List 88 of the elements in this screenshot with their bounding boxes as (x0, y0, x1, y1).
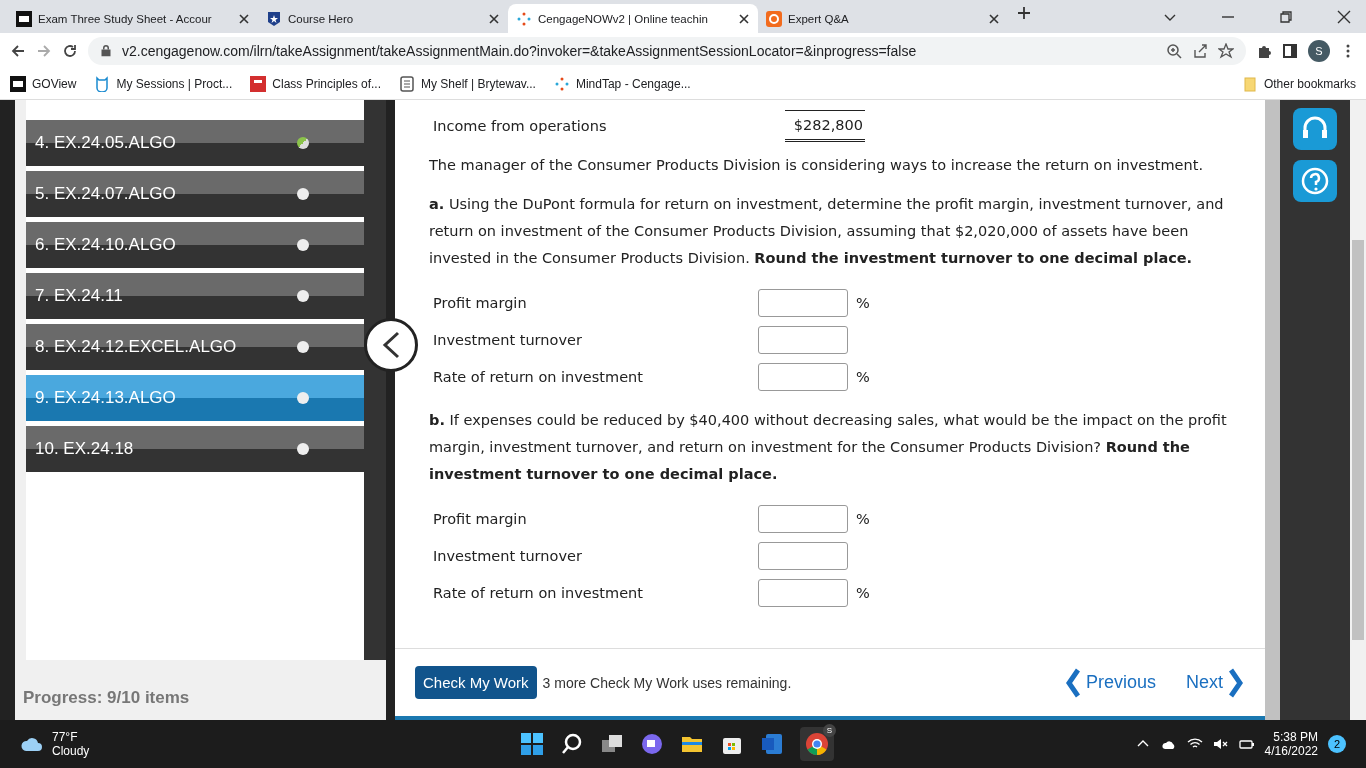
muted-speaker-icon[interactable] (1212, 736, 1229, 752)
chrome-taskbar-button[interactable]: S (800, 727, 834, 761)
lock-icon (100, 44, 112, 57)
cengage-logo-icon (553, 75, 570, 92)
field-label: Profit margin (433, 510, 528, 527)
search-icon[interactable] (560, 732, 584, 756)
close-icon[interactable] (1336, 9, 1352, 25)
windows-icon[interactable] (520, 732, 544, 756)
field-label: Investment turnover (433, 547, 583, 564)
chat-icon[interactable] (640, 732, 664, 756)
chevron-left-icon (1065, 667, 1080, 698)
statement-value: $282,800 (785, 110, 865, 142)
question-item[interactable]: 4. EX.24.05.ALGO (26, 120, 364, 166)
bookmark-link[interactable]: Class Principles of... (272, 76, 381, 91)
answer-field[interactable] (758, 578, 848, 607)
question-item[interactable]: 7. EX.24.11 (26, 273, 364, 319)
answer-field[interactable] (758, 288, 848, 317)
new-tab-icon[interactable] (1016, 5, 1032, 21)
document-icon (399, 75, 415, 92)
clock-date: 4/16/2022 (1264, 744, 1318, 758)
chrome-icon (805, 732, 829, 756)
close-icon[interactable] (238, 12, 250, 25)
question-prompt: a. Using the DuPont formula for return on investment, determine the profit margin, investment turnover, and return on investment of the Consumer Products Division, assuming that $2,020,000 of assets have been invested in the Consumer Products Division. Round the investment turnover to one decimal place. (429, 195, 1225, 268)
intro-paragraph: The manager of the Consumer Products Division is considering ways to increase the return on investment. (429, 156, 1204, 175)
clock-time: 5:38 PM (1273, 730, 1318, 744)
word-icon[interactable] (760, 732, 784, 756)
weather-text: Cloudy (52, 744, 90, 758)
browser-tab[interactable]: CengageNOWv2 | Online teachin (508, 4, 758, 33)
bookmark-link[interactable]: My Sessions | Proct... (116, 76, 233, 91)
d2l-logo-icon (10, 75, 26, 92)
next-button[interactable]: Next (1186, 667, 1243, 698)
field-label: Rate of return on investment (433, 584, 644, 601)
close-icon[interactable] (988, 12, 1000, 25)
bookmark-link[interactable]: My Shelf | Brytewav... (421, 76, 536, 91)
book-icon (250, 75, 267, 92)
back-icon[interactable] (10, 42, 26, 59)
question-item[interactable]: 5. EX.24.07.ALGO (26, 171, 364, 217)
progress-text: Progress: 9/10 items (23, 688, 190, 708)
question-item[interactable]: 8. EX.24.12.EXCEL.ALGO (26, 324, 364, 370)
answer-field[interactable] (758, 504, 848, 533)
remaining-text: 3 more Check My Work uses remaining. (542, 674, 793, 691)
browser-tab[interactable]: Course Hero (258, 4, 508, 33)
profile-badge: S (823, 724, 836, 737)
chevron-left-icon (380, 330, 402, 360)
browser-tab[interactable]: Expert Q&A (758, 4, 1008, 33)
previous-button[interactable]: Previous (1065, 667, 1156, 698)
profile-avatar[interactable]: S (1308, 39, 1330, 62)
question-item[interactable]: 6. EX.24.10.ALGO (26, 222, 364, 268)
bookmark-link[interactable]: MindTap - Cengage... (575, 76, 691, 91)
close-icon[interactable] (738, 12, 750, 25)
field-label: Investment turnover (433, 331, 583, 348)
help-icon (1300, 166, 1330, 196)
chevron-right-icon (1229, 667, 1243, 698)
answer-field[interactable] (758, 325, 848, 354)
shield-icon (266, 10, 282, 27)
support-button[interactable] (1293, 108, 1337, 150)
share-icon[interactable] (1192, 42, 1208, 59)
question-item[interactable]: 10. EX.24.18 (26, 426, 364, 472)
bookmark-link[interactable]: GOView (32, 76, 77, 91)
star-icon[interactable] (1218, 42, 1234, 59)
unit-label: % (856, 510, 870, 527)
answer-field[interactable] (758, 362, 848, 391)
bookmark-link[interactable]: Other bookmarks (1263, 76, 1356, 91)
answer-field[interactable] (758, 541, 848, 570)
reload-icon[interactable] (62, 42, 78, 59)
unit-label: % (856, 584, 870, 601)
zoom-icon[interactable] (1166, 42, 1182, 59)
d2l-logo-icon (16, 10, 32, 27)
notification-badge[interactable]: 2 (1328, 735, 1346, 753)
cengage-logo-icon (516, 10, 532, 27)
address-bar[interactable]: v2.cengagenow.com/ilrn/takeAssignment/takeAssignmentMain.do?invoker=&takeAssignmentSessionLocator=&inprogress=false (88, 36, 1246, 65)
restore-icon[interactable] (1278, 9, 1294, 25)
browser-tab[interactable]: Exam Three Study Sheet - Accour (8, 4, 258, 33)
scrollbar-thumb[interactable] (1352, 240, 1364, 640)
statement-label: Income from operations (432, 118, 608, 134)
check-my-work-button[interactable]: Check My Work (415, 666, 537, 699)
close-icon[interactable] (488, 12, 500, 25)
field-label: Rate of return on investment (433, 368, 644, 385)
side-panel-icon[interactable] (1282, 42, 1298, 59)
folder-icon (1241, 75, 1258, 92)
question-prompt: b. If expenses could be reduced by $40,400 without decreasing sales, what would be the impact on the profit margin, investment turnover, and return on investment for the Consumer Products Division? Round the investment turnover to one decimal place. (429, 411, 1228, 484)
help-button[interactable] (1293, 160, 1337, 202)
scrollbar[interactable] (1265, 100, 1280, 720)
temperature-text: 77°F (52, 730, 79, 744)
c-logo-icon (766, 10, 782, 27)
field-label: Profit margin (433, 294, 528, 311)
unit-label: % (856, 368, 870, 385)
unit-label: % (856, 294, 870, 311)
